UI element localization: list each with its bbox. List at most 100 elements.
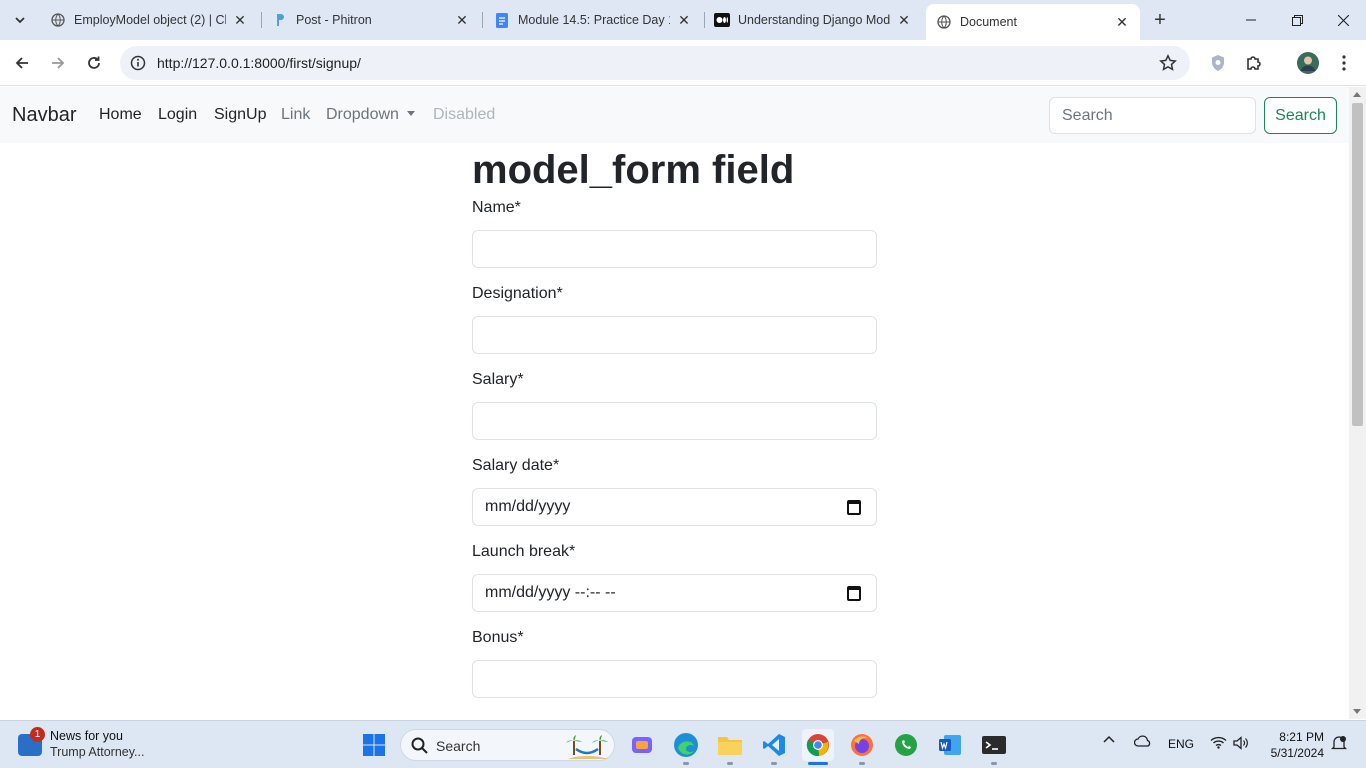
browser-tab[interactable]: Module 14.5: Practice Day 1 ✕: [484, 6, 702, 34]
salary-input[interactable]: [472, 402, 877, 440]
form-field-launch-break: Launch break* mm/dd/yyyy --:-- --: [472, 542, 877, 612]
profile-avatar[interactable]: [1294, 49, 1322, 77]
tab-search-dropdown-icon[interactable]: [8, 8, 32, 32]
running-indicator: [683, 762, 689, 765]
launch-break-input[interactable]: mm/dd/yyyy --:-- --: [472, 574, 877, 612]
field-label: Bonus*: [472, 629, 524, 646]
firefox-icon[interactable]: [846, 729, 878, 761]
clock-date: 5/31/2024: [1270, 746, 1324, 760]
name-input[interactable]: [472, 230, 877, 268]
back-icon[interactable]: [8, 49, 36, 77]
scrollbar-thumb[interactable]: [1352, 103, 1363, 426]
language-indicator[interactable]: ENG: [1168, 737, 1194, 751]
field-label: Salary*: [472, 371, 524, 388]
scroll-down-icon[interactable]: [1353, 709, 1361, 714]
form-field-designation: Designation*: [472, 284, 877, 354]
chrome-icon[interactable]: [802, 729, 834, 761]
navbar-search-button[interactable]: Search: [1264, 97, 1337, 134]
close-window-icon[interactable]: [1320, 0, 1366, 40]
form-field-name: Name*: [472, 198, 877, 268]
calendar-icon[interactable]: [847, 500, 861, 515]
shield-extension-icon[interactable]: [1204, 49, 1232, 77]
forward-icon[interactable]: [44, 49, 72, 77]
file-explorer-icon[interactable]: [714, 729, 746, 761]
restore-icon[interactable]: [1274, 0, 1320, 40]
reload-icon[interactable]: [80, 49, 108, 77]
tab-title: Document: [960, 15, 1017, 29]
browser-tab-active[interactable]: Document ✕: [926, 4, 1140, 40]
nav-dropdown[interactable]: Dropdown: [326, 106, 415, 124]
date-placeholder: mm/dd/yyyy: [485, 498, 571, 515]
tab-title: EmployModel object (2) | Ch: [74, 13, 226, 27]
close-tab-icon[interactable]: ✕: [676, 12, 692, 28]
edge-browser-icon[interactable]: [670, 729, 702, 761]
running-indicator: [727, 762, 733, 765]
salary-date-input[interactable]: mm/dd/yyyy: [472, 488, 877, 526]
navbar-search-input[interactable]: [1049, 97, 1256, 134]
close-tab-icon[interactable]: ✕: [232, 12, 248, 28]
browser-toolbar: http://127.0.0.1:8000/first/signup/: [0, 40, 1366, 86]
browser-tab-strip: EmployModel object (2) | Ch ✕ Post - Phi…: [0, 0, 1366, 40]
nav-link-signup[interactable]: SignUp: [214, 106, 266, 124]
form-field-bonus: Bonus*: [472, 628, 877, 698]
nav-link-link[interactable]: Link: [281, 106, 310, 124]
minimize-icon[interactable]: [1228, 0, 1274, 40]
calendar-icon[interactable]: [847, 586, 861, 601]
navbar-brand[interactable]: Navbar: [12, 104, 76, 127]
close-tab-icon[interactable]: ✕: [1114, 14, 1130, 30]
new-tab-icon[interactable]: +: [1148, 8, 1172, 32]
browser-menu-icon[interactable]: [1330, 49, 1358, 77]
tab-title: Understanding Django Mod: [738, 13, 890, 27]
vscode-icon[interactable]: [758, 729, 790, 761]
nav-link-login[interactable]: Login: [158, 106, 197, 124]
site-navbar: Navbar Home Login SignUp Link Dropdown D…: [0, 87, 1349, 143]
search-icon: [411, 737, 428, 759]
terminal-icon[interactable]: [978, 729, 1010, 761]
page-scrollbar[interactable]: [1349, 87, 1366, 719]
caret-down-icon: [406, 111, 415, 116]
nav-link-disabled: Disabled: [433, 106, 496, 123]
close-tab-icon[interactable]: ✕: [454, 12, 470, 28]
phitron-icon: [272, 12, 288, 28]
page-title: model_form field: [472, 148, 795, 192]
beach-scene-icon: [564, 733, 610, 764]
form-field-salary-date: Salary date* mm/dd/yyyy: [472, 456, 877, 526]
system-clock[interactable]: 8:21 PM 5/31/2024: [1271, 729, 1324, 761]
scroll-up-icon[interactable]: [1353, 92, 1361, 97]
browser-tab[interactable]: EmployModel object (2) | Ch ✕: [40, 6, 258, 34]
taskbar-search-box[interactable]: Search: [400, 729, 615, 761]
address-bar[interactable]: http://127.0.0.1:8000/first/signup/: [120, 46, 1190, 80]
notification-bell-icon[interactable]: [1330, 735, 1348, 754]
site-info-icon[interactable]: [128, 53, 148, 73]
news-title[interactable]: News for you: [50, 729, 123, 743]
nav-link-home[interactable]: Home: [99, 106, 142, 124]
taskbar-search-label: Search: [436, 738, 481, 754]
onedrive-cloud-icon[interactable]: [1133, 735, 1152, 750]
close-tab-icon[interactable]: ✕: [896, 12, 912, 28]
signup-form: model_form field Name* Designation* Sala…: [472, 143, 877, 698]
browser-tab[interactable]: Post - Phitron ✕: [262, 6, 480, 34]
datetime-placeholder: mm/dd/yyyy --:-- --: [485, 584, 616, 601]
news-headline[interactable]: Trump Attorney...: [50, 745, 144, 759]
browser-tab[interactable]: Understanding Django Mod ✕: [704, 6, 922, 34]
globe-icon: [50, 12, 66, 28]
running-indicator: [991, 762, 997, 765]
copilot-app-icon[interactable]: [626, 729, 658, 761]
field-label: Name*: [472, 199, 521, 216]
bookmark-star-icon[interactable]: [1158, 53, 1178, 73]
start-windows-icon[interactable]: [358, 729, 390, 761]
whatsapp-icon[interactable]: [890, 729, 922, 761]
wifi-icon[interactable]: [1210, 736, 1227, 752]
extensions-puzzle-icon[interactable]: [1240, 49, 1268, 77]
show-hidden-icons-chevron-icon[interactable]: [1103, 734, 1115, 749]
bonus-input[interactable]: [472, 660, 877, 698]
tab-title: Post - Phitron: [296, 13, 372, 27]
running-indicator: [859, 762, 865, 765]
field-label: Launch break*: [472, 543, 576, 560]
active-app-indicator: [808, 762, 828, 765]
volume-icon[interactable]: [1233, 736, 1249, 753]
designation-input[interactable]: [472, 316, 877, 354]
form-field-salary: Salary*: [472, 370, 877, 440]
word-icon[interactable]: [934, 729, 966, 761]
tab-title: Module 14.5: Practice Day 1: [518, 13, 670, 27]
